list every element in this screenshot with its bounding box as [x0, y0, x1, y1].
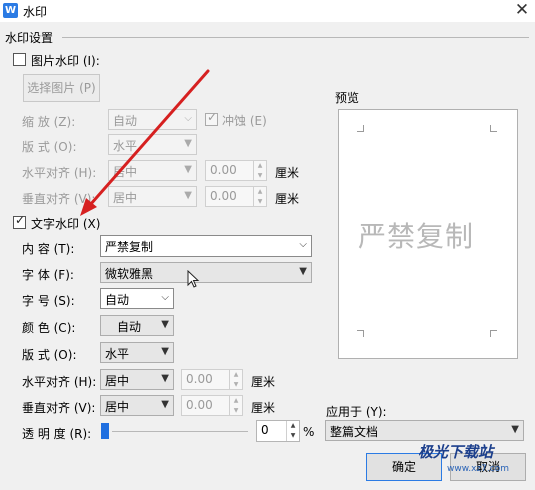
brand-name: 极光下载站	[418, 443, 494, 461]
margin-mark	[357, 125, 364, 132]
apply-to-value: 整篇文档	[330, 425, 379, 439]
apply-to-label: 应用于 (Y):	[326, 405, 387, 419]
margin-mark	[490, 330, 497, 337]
apply-to-select[interactable]: 整篇文档 ▼	[325, 420, 524, 441]
preview-label: 预览	[335, 91, 360, 105]
margin-mark	[490, 125, 497, 132]
preview-watermark-text: 严禁复制	[358, 220, 475, 253]
brand-url: www.xz7.com	[447, 464, 509, 474]
margin-mark	[357, 330, 364, 337]
dropdown-arrow-icon: ▼	[511, 424, 519, 435]
